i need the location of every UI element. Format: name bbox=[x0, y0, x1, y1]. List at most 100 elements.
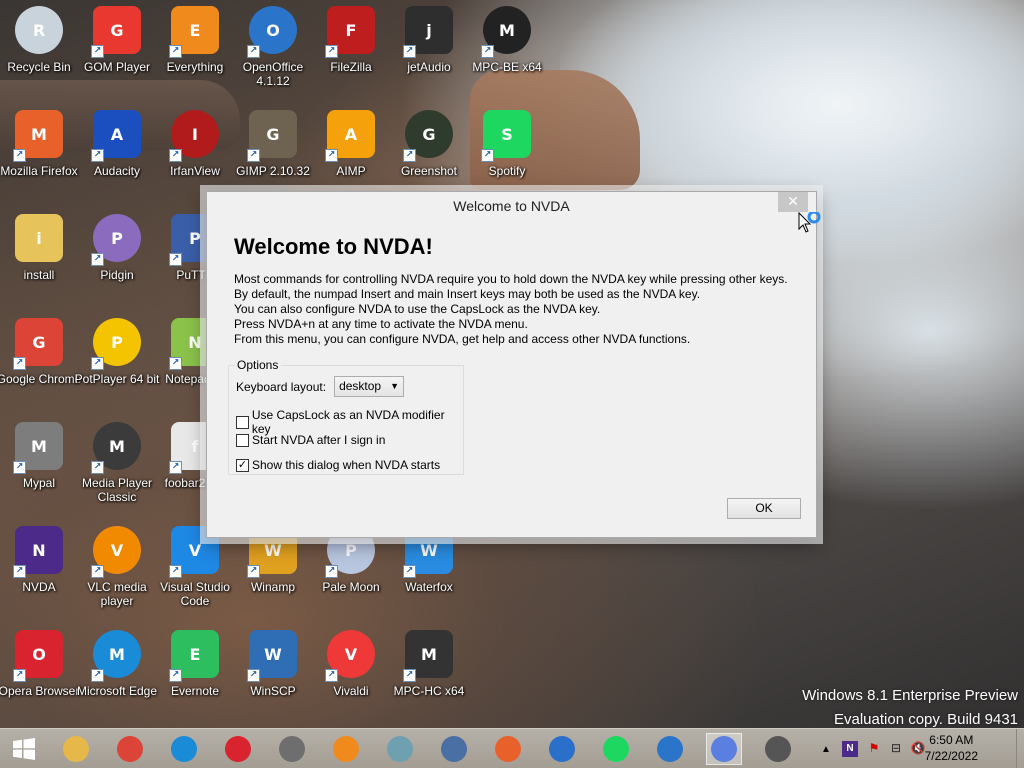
desktop-icon-spotify[interactable]: S ↗ Spotify bbox=[468, 104, 546, 204]
shortcut-arrow-icon: ↗ bbox=[91, 253, 104, 266]
network-icon[interactable]: ⊟ bbox=[888, 741, 904, 757]
ok-button[interactable]: OK bbox=[727, 498, 801, 519]
desktop-icon-label: IrfanView bbox=[170, 164, 220, 178]
desktop-icon-microsoft-edge[interactable]: M ↗ Microsoft Edge bbox=[77, 624, 157, 724]
keepass-icon bbox=[765, 736, 791, 762]
desktop-icon-irfanview[interactable]: I ↗ IrfanView bbox=[156, 104, 234, 204]
desktop-icon-filezilla[interactable]: F ↗ FileZilla bbox=[312, 0, 390, 100]
desktop-icon-opera-browser[interactable]: O ↗ Opera Browser bbox=[0, 624, 79, 724]
app-icon: A ↗ bbox=[91, 110, 141, 162]
action-center-flag-icon[interactable]: ⚑ bbox=[866, 741, 882, 757]
app-icon: F ↗ bbox=[325, 6, 375, 58]
desktop-icon-label: Visual Studio Code bbox=[160, 580, 230, 608]
desktop-icon-pidgin[interactable]: P ↗ Pidgin bbox=[78, 208, 156, 308]
desktop-icon-aimp[interactable]: A ↗ AIMP bbox=[312, 104, 390, 204]
dialog-body: Welcome to NVDA! Most commands for contr… bbox=[213, 220, 810, 532]
desktop-icon-evernote[interactable]: E ↗ Evernote bbox=[156, 624, 234, 724]
taskbar-thunderbird[interactable] bbox=[544, 733, 580, 765]
clock[interactable]: 6:50 AM 7/22/2022 bbox=[925, 732, 978, 764]
app-icon: W ↗ bbox=[247, 630, 297, 682]
desktop-icon-label: Media Player Classic bbox=[81, 476, 153, 504]
nvda-tray-icon[interactable]: N bbox=[842, 741, 858, 757]
desktop-icon-openoffice-4-1-12[interactable]: O ↗ OpenOffice 4.1.12 bbox=[234, 0, 312, 100]
show-dialog-checkbox[interactable]: ✓ bbox=[236, 458, 249, 472]
desktop-icon-greenshot[interactable]: G ↗ Greenshot bbox=[390, 104, 468, 204]
taskbar-openoffice[interactable] bbox=[652, 733, 688, 765]
desktop-icon-mozilla-firefox[interactable]: M ↗ Mozilla Firefox bbox=[0, 104, 78, 204]
desktop-icon-mypal[interactable]: M ↗ Mypal bbox=[0, 416, 78, 516]
show-dialog-checkbox-label[interactable]: Show this dialog when NVDA starts bbox=[252, 458, 440, 472]
desktop-icon-mpc-hc-x64[interactable]: M ↗ MPC-HC x64 bbox=[390, 624, 468, 724]
desktop-icon-gom-player[interactable]: G ↗ GOM Player bbox=[78, 0, 156, 100]
start-after-signin-checkbox[interactable] bbox=[236, 433, 249, 447]
app-icon: E ↗ bbox=[169, 630, 219, 682]
desktop-icon-recycle-bin[interactable]: R Recycle Bin bbox=[0, 0, 78, 100]
dialog-titlebar[interactable]: Welcome to NVDA ✕ bbox=[207, 192, 816, 220]
desktop-icon-mpc-be-x64[interactable]: M ↗ MPC-BE x64 bbox=[468, 0, 546, 100]
start-after-signin-checkbox-label[interactable]: Start NVDA after I sign in bbox=[252, 433, 385, 447]
intro-line: From this menu, you can configure NVDA, … bbox=[234, 332, 691, 346]
taskbar-mypal[interactable] bbox=[274, 733, 310, 765]
app-icon: G ↗ bbox=[91, 6, 141, 58]
taskbar-microsoft-edge[interactable] bbox=[166, 733, 202, 765]
taskbar: ▲ N ⚑ ⊟ 🔇 6:50 AM 7/22/2022 bbox=[0, 728, 1024, 768]
desktop-icon-install[interactable]: i install bbox=[0, 208, 78, 308]
desktop-icon-label: Winamp bbox=[250, 580, 295, 594]
desktop-icon-media-player-classic[interactable]: M ↗ Media Player Classic bbox=[78, 416, 156, 516]
desktop-icon-google-chrome[interactable]: G ↗ Google Chrome bbox=[0, 312, 81, 412]
taskbar-spotify[interactable] bbox=[598, 733, 634, 765]
desktop-icon-label: Google Chrome bbox=[0, 372, 82, 386]
desktop-icon-vlc-media-player[interactable]: V ↗ VLC media player bbox=[78, 520, 156, 620]
capslock-checkbox-row[interactable]: Use CapsLock as an NVDA modifier key bbox=[236, 408, 463, 436]
capslock-checkbox-label[interactable]: Use CapsLock as an NVDA modifier key bbox=[252, 408, 463, 436]
app-icon: I ↗ bbox=[169, 110, 219, 162]
opera-icon bbox=[225, 736, 251, 762]
taskbar-everything[interactable] bbox=[328, 733, 364, 765]
shortcut-arrow-icon: ↗ bbox=[247, 45, 260, 58]
start-after-signin-checkbox-row[interactable]: Start NVDA after I sign in bbox=[236, 433, 385, 447]
chevron-down-icon: ▼ bbox=[390, 381, 400, 391]
nvda-icon bbox=[711, 736, 737, 762]
desktop-icon-jetaudio[interactable]: j ↗ jetAudio bbox=[390, 0, 468, 100]
desktop-icon-winscp[interactable]: W ↗ WinSCP bbox=[234, 624, 312, 724]
shortcut-arrow-icon: ↗ bbox=[169, 357, 182, 370]
keyboard-layout-select[interactable]: desktop ▼ bbox=[334, 376, 405, 397]
shortcut-arrow-icon: ↗ bbox=[169, 461, 182, 474]
desktop-icon-vivaldi[interactable]: V ↗ Vivaldi bbox=[312, 624, 390, 724]
taskbar-opera[interactable] bbox=[220, 733, 256, 765]
windows-watermark: Windows 8.1 Enterprise Preview Evaluatio… bbox=[802, 684, 1018, 732]
desktop-icon-label: GOM Player bbox=[83, 60, 150, 74]
desktop-icon-gimp-2-10-32[interactable]: G ↗ GIMP 2.10.32 bbox=[234, 104, 312, 204]
shortcut-arrow-icon: ↗ bbox=[13, 357, 26, 370]
taskbar-task-manager[interactable] bbox=[436, 733, 472, 765]
thunderbird-icon bbox=[549, 736, 575, 762]
desktop-icon-label: NVDA bbox=[22, 580, 56, 594]
spotify-icon bbox=[603, 736, 629, 762]
taskbar-firefox[interactable] bbox=[490, 733, 526, 765]
taskbar-nvda[interactable] bbox=[706, 733, 742, 765]
show-hidden-icons-icon[interactable]: ▲ bbox=[818, 744, 834, 755]
desktop-icon-potplayer-64-bit[interactable]: P ↗ PotPlayer 64 bit bbox=[75, 312, 159, 412]
desktop-icon-audacity[interactable]: A ↗ Audacity bbox=[78, 104, 156, 204]
desktop-icon-everything[interactable]: E ↗ Everything bbox=[156, 0, 234, 100]
desktop-icon-label: Opera Browser bbox=[0, 684, 80, 698]
taskbar-file-explorer[interactable] bbox=[58, 733, 94, 765]
start-button[interactable] bbox=[6, 733, 42, 765]
capslock-checkbox[interactable] bbox=[236, 415, 249, 429]
shortcut-arrow-icon: ↗ bbox=[403, 149, 416, 162]
close-button[interactable]: ✕ bbox=[778, 192, 808, 212]
shortcut-arrow-icon: ↗ bbox=[403, 45, 416, 58]
firefox-icon bbox=[495, 736, 521, 762]
taskbar-google-chrome[interactable] bbox=[112, 733, 148, 765]
desktop-icon-nvda[interactable]: N ↗ NVDA bbox=[0, 520, 78, 620]
taskbar-network-tool[interactable] bbox=[382, 733, 418, 765]
app-icon: A ↗ bbox=[325, 110, 375, 162]
show-desktop-button[interactable] bbox=[1016, 729, 1024, 768]
desktop-icon-label: FileZilla bbox=[330, 60, 372, 74]
volume-muted-icon[interactable]: 🔇 bbox=[910, 741, 926, 757]
taskbar-keepass[interactable] bbox=[760, 733, 796, 765]
desktop-icon-label: VLC media player bbox=[87, 580, 147, 608]
show-dialog-checkbox-row[interactable]: ✓ Show this dialog when NVDA starts bbox=[236, 458, 440, 472]
microsoft-edge-icon bbox=[171, 736, 197, 762]
intro-line: Most commands for controlling NVDA requi… bbox=[234, 272, 788, 286]
